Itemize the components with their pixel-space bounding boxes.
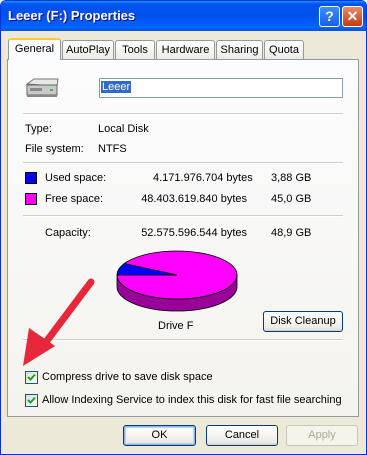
drive-label-input[interactable]: Leeer <box>99 78 343 98</box>
tab-quota[interactable]: Quota <box>264 40 304 59</box>
tab-hardware[interactable]: Hardware <box>156 40 215 59</box>
free-space-label: Free space: <box>45 193 104 205</box>
separator <box>23 215 343 217</box>
ok-button[interactable]: OK <box>123 425 196 446</box>
disk-usage-pie <box>116 250 238 312</box>
capacity-size: 48,9 GB <box>271 227 312 239</box>
capacity-bytes: 52.575.596.544 bytes <box>141 227 247 239</box>
indexing-checkbox[interactable] <box>25 394 38 407</box>
filesystem-label: File system: <box>25 143 84 155</box>
tab-general[interactable]: General <box>8 38 61 60</box>
checkmark-icon <box>27 396 36 404</box>
tab-tools[interactable]: Tools <box>115 40 155 59</box>
indexing-label[interactable]: Allow Indexing Service to index this dis… <box>42 394 342 406</box>
used-space-bytes: 4.171.976.704 bytes <box>153 172 253 184</box>
tab-autoplay[interactable]: AutoPlay <box>62 40 114 59</box>
annotation-arrow-icon <box>23 278 95 366</box>
help-icon: ? <box>325 8 334 24</box>
used-space-swatch <box>25 172 37 184</box>
free-space-swatch <box>25 193 37 205</box>
type-label: Type: <box>25 123 52 135</box>
disk-cleanup-button[interactable]: Disk Cleanup <box>263 311 343 332</box>
capacity-label: Capacity: <box>45 227 91 239</box>
used-space-size: 3,88 GB <box>271 172 312 184</box>
tab-sharing[interactable]: Sharing <box>216 40 263 59</box>
pie-caption: Drive F <box>158 320 194 332</box>
used-space-label: Used space: <box>45 172 107 184</box>
separator <box>23 113 343 115</box>
properties-window: Leeer (F:) Properties ? ✕ General AutoPl… <box>0 0 367 455</box>
filesystem-value: NTFS <box>98 143 127 155</box>
free-space-size: 45,0 GB <box>271 193 312 205</box>
close-icon: ✕ <box>346 8 359 24</box>
separator <box>23 162 343 164</box>
help-button[interactable]: ? <box>319 6 340 27</box>
window-title: Leeer (F:) Properties <box>8 8 136 23</box>
drive-icon <box>25 78 59 97</box>
close-button[interactable]: ✕ <box>342 6 363 27</box>
apply-button: Apply <box>286 425 358 446</box>
cancel-button[interactable]: Cancel <box>206 425 278 446</box>
free-space-bytes: 48.403.619.840 bytes <box>141 193 247 205</box>
title-bar[interactable]: Leeer (F:) Properties ? ✕ <box>1 1 366 31</box>
type-value: Local Disk <box>98 123 149 135</box>
